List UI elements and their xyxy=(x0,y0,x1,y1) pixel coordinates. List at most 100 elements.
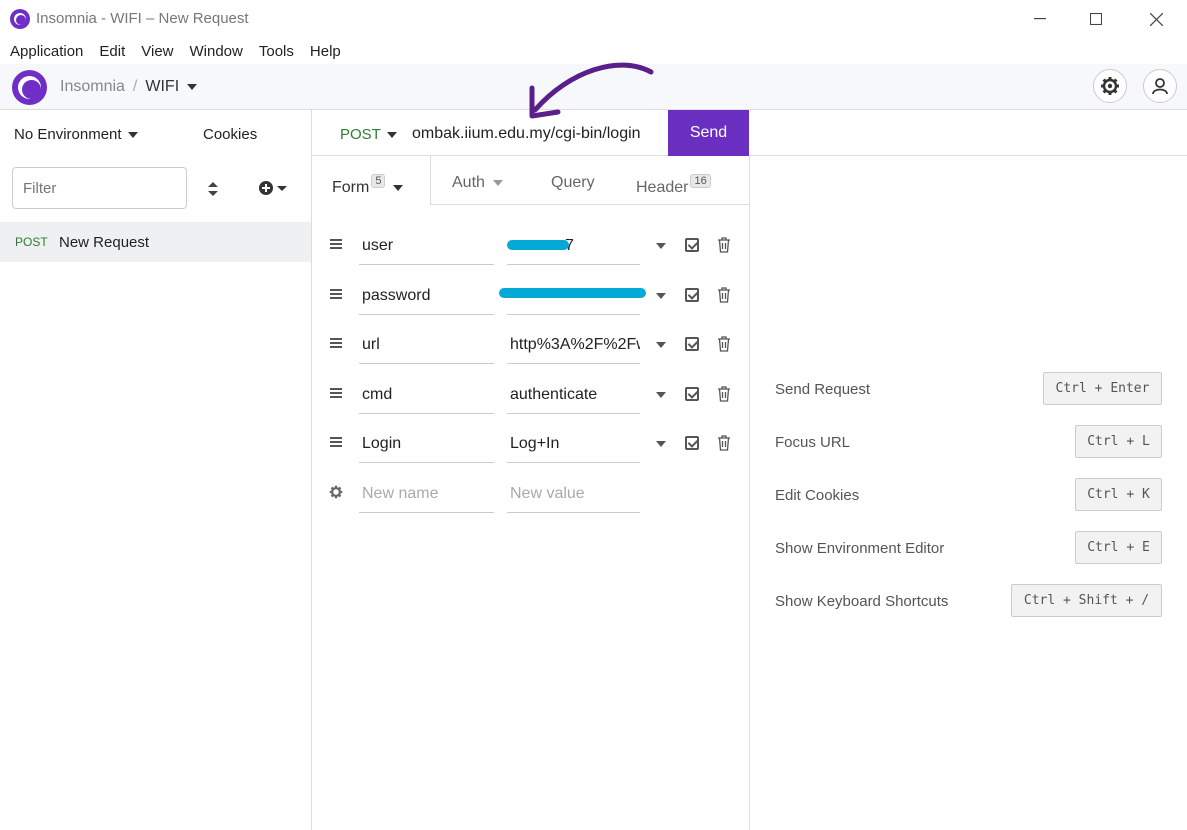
form-row: password xyxy=(312,275,749,317)
shortcut-key: Ctrl + L xyxy=(1075,425,1162,458)
enable-checkbox[interactable] xyxy=(685,387,699,401)
enable-checkbox[interactable] xyxy=(685,238,699,252)
title-bar: Insomnia - WIFI – New Request xyxy=(0,0,1187,38)
menu-tools[interactable]: Tools xyxy=(259,43,294,60)
sidebar: No Environment Cookies POST New Request xyxy=(0,110,312,830)
shortcut-label: Edit Cookies xyxy=(775,487,860,504)
shortcut-label: Show Keyboard Shortcuts xyxy=(775,593,949,610)
insomnia-logo-icon[interactable] xyxy=(12,70,47,105)
tab-form-label: Form xyxy=(332,179,370,196)
tab-header-label: Header xyxy=(636,179,689,196)
filter-input[interactable] xyxy=(12,167,187,209)
add-request-button[interactable] xyxy=(258,180,288,200)
request-method-badge: POST xyxy=(15,235,48,249)
param-name-input[interactable]: url xyxy=(359,324,494,364)
enable-checkbox[interactable] xyxy=(685,288,699,302)
param-value-input[interactable]: http%3A%2F%2Fw xyxy=(507,324,640,364)
environment-label: No Environment xyxy=(14,126,122,143)
method-dropdown[interactable]: POST xyxy=(340,126,397,143)
tab-header-count: 16 xyxy=(690,174,711,188)
form-row: user 7 xyxy=(312,225,749,267)
menu-help[interactable]: Help xyxy=(310,43,341,60)
menu-view[interactable]: View xyxy=(141,43,173,60)
tab-header[interactable]: Header 16 xyxy=(636,174,711,197)
send-button[interactable]: Send xyxy=(668,110,749,156)
param-name-input[interactable]: Login xyxy=(359,423,494,463)
minimize-button[interactable] xyxy=(1017,4,1063,34)
chevron-down-icon xyxy=(386,132,397,139)
breadcrumb: Insomnia / WIFI xyxy=(60,78,198,96)
menu-window[interactable]: Window xyxy=(190,43,243,60)
tab-auth[interactable]: Auth xyxy=(452,174,503,192)
trash-icon[interactable] xyxy=(718,336,730,352)
form-row: Login Log+In xyxy=(312,423,749,465)
menu-application[interactable]: Application xyxy=(10,43,83,60)
close-button[interactable] xyxy=(1133,4,1179,34)
trash-icon[interactable] xyxy=(718,237,730,253)
window-title: Insomnia - WIFI – New Request xyxy=(36,10,249,27)
form-row: url http%3A%2F%2Fw xyxy=(312,324,749,366)
param-name-input[interactable]: password xyxy=(359,275,494,315)
close-icon xyxy=(1149,12,1163,26)
drag-handle-icon[interactable] xyxy=(330,338,342,348)
form-row: cmd authenticate xyxy=(312,374,749,416)
shortcut-label: Show Environment Editor xyxy=(775,540,945,557)
user-icon xyxy=(1152,78,1168,95)
tab-query[interactable]: Query xyxy=(551,174,595,192)
shortcut-label: Focus URL xyxy=(775,434,851,451)
tab-auth-label: Auth xyxy=(452,174,485,191)
trash-icon[interactable] xyxy=(718,287,730,303)
drag-handle-icon[interactable] xyxy=(330,437,342,447)
chevron-down-icon[interactable] xyxy=(187,83,198,90)
trash-icon[interactable] xyxy=(718,386,730,402)
url-bar: POST ombak.iium.edu.my/cgi-bin/login Sen… xyxy=(312,110,1187,156)
gear-icon xyxy=(1101,77,1119,95)
new-value-input[interactable]: New value xyxy=(507,473,640,513)
cookies-button[interactable]: Cookies xyxy=(203,126,257,143)
request-tabs: Form 5 Auth Query Header 16 xyxy=(312,156,749,205)
breadcrumb-app[interactable]: Insomnia xyxy=(60,78,125,95)
chevron-down-icon[interactable] xyxy=(656,293,666,299)
param-name-input[interactable]: user xyxy=(359,225,494,265)
param-value-input[interactable]: authenticate xyxy=(507,374,640,414)
enable-checkbox[interactable] xyxy=(685,436,699,450)
trash-icon[interactable] xyxy=(718,435,730,451)
chevron-down-icon[interactable] xyxy=(656,441,666,447)
insomnia-logo-icon xyxy=(10,9,30,29)
enable-checkbox[interactable] xyxy=(685,337,699,351)
gear-icon[interactable] xyxy=(329,485,343,499)
drag-handle-icon[interactable] xyxy=(330,388,342,398)
sort-icon[interactable] xyxy=(205,180,221,198)
param-value-input[interactable]: Log+In xyxy=(507,423,640,463)
redaction-mark xyxy=(507,240,569,250)
chevron-down-icon[interactable] xyxy=(656,342,666,348)
minimize-icon xyxy=(1034,18,1046,20)
workspace-dropdown[interactable]: WIFI xyxy=(145,78,179,95)
shortcut-key: Ctrl + Shift + / xyxy=(1011,584,1162,617)
plus-circle-icon xyxy=(259,181,287,195)
maximize-button[interactable] xyxy=(1073,4,1119,34)
form-row-new: New name New value xyxy=(312,473,749,515)
drag-handle-icon[interactable] xyxy=(330,289,342,299)
shortcut-label: Send Request xyxy=(775,381,871,398)
request-item[interactable]: POST New Request xyxy=(0,222,311,262)
chevron-down-icon xyxy=(492,179,503,186)
redaction-mark xyxy=(499,288,646,298)
menu-edit[interactable]: Edit xyxy=(99,43,125,60)
settings-button[interactable] xyxy=(1093,69,1127,103)
tab-form-count: 5 xyxy=(371,174,386,188)
pane-divider xyxy=(749,156,750,830)
shortcut-key: Ctrl + K xyxy=(1075,478,1162,511)
new-name-input[interactable]: New name xyxy=(359,473,494,513)
environment-dropdown[interactable]: No Environment xyxy=(14,126,138,143)
account-button[interactable] xyxy=(1143,69,1177,103)
request-name: New Request xyxy=(59,233,150,251)
tab-form[interactable]: Form 5 xyxy=(332,174,404,197)
chevron-down-icon[interactable] xyxy=(656,243,666,249)
shortcut-key: Ctrl + E xyxy=(1075,531,1162,564)
drag-handle-icon[interactable] xyxy=(330,239,342,249)
param-name-input[interactable]: cmd xyxy=(359,374,494,414)
breadcrumb-separator: / xyxy=(132,78,138,95)
shortcut-key: Ctrl + Enter xyxy=(1043,372,1162,405)
chevron-down-icon[interactable] xyxy=(656,392,666,398)
